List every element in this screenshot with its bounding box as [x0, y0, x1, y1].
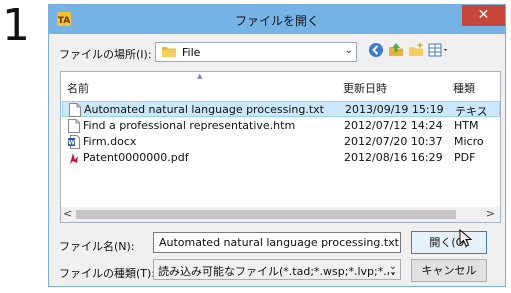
file-type: PDF	[454, 151, 476, 164]
filetype-value: 読み込み可能なファイル(*.tad;*.wsp;*.lvp;*.lv	[158, 265, 397, 278]
svg-text:W: W	[68, 140, 75, 147]
text-file-icon	[69, 103, 81, 117]
folder-icon	[162, 47, 176, 57]
file-name: Automated natural language processing.tx…	[84, 103, 324, 116]
word-file-icon: W	[68, 135, 80, 149]
up-folder-icon[interactable]	[387, 41, 405, 59]
file-date: 2012/07/12 14:24	[344, 119, 443, 132]
pdf-file-icon	[69, 152, 79, 164]
location-combo[interactable]: File ⌄	[155, 42, 357, 62]
filename-field[interactable]: Automated natural language processing.tx…	[153, 232, 401, 253]
location-label: ファイルの場所(I):	[59, 48, 152, 61]
mouse-pointer-icon	[459, 229, 473, 247]
file-date: 2012/08/16 16:29	[344, 151, 443, 164]
file-row[interactable]: W Firm.docx 2012/07/20 10:37 Micro	[62, 134, 500, 150]
file-list[interactable]: 名前 ▲ 更新日時 種類 Automated natural language …	[60, 71, 501, 223]
column-header-modified[interactable]: 更新日時	[343, 80, 387, 96]
column-header-name[interactable]: 名前	[67, 80, 89, 96]
dialog-title: ファイルを開く	[234, 14, 319, 28]
file-name: Find a professional representative.htm	[83, 119, 296, 132]
sort-ascending-icon: ▲	[197, 72, 203, 80]
file-date: 2013/09/19 15:19	[345, 103, 444, 116]
file-row[interactable]: Automated natural language processing.tx…	[62, 101, 500, 118]
cancel-button[interactable]: キャンセル	[411, 259, 487, 282]
close-button[interactable]: ✕	[462, 5, 505, 26]
step-number: 1	[2, 0, 30, 51]
file-name: Patent0000000.pdf	[83, 151, 189, 164]
new-folder-icon[interactable]	[407, 41, 425, 59]
filename-label: ファイル名(N):	[59, 240, 135, 253]
horizontal-scrollbar[interactable]: < >	[61, 207, 500, 222]
file-type: テキス	[455, 105, 488, 118]
file-row[interactable]: Find a professional representative.htm 2…	[62, 118, 500, 134]
column-header-type[interactable]: 種類	[453, 80, 475, 96]
file-row[interactable]: Patent0000000.pdf 2012/08/16 16:29 PDF	[62, 150, 500, 166]
filetype-label: ファイルの種類(T):	[59, 267, 156, 280]
open-file-dialog: TA ファイルを開く ✕ ファイルの場所(I): File ⌄ 名前 ▲ 更新日…	[48, 4, 506, 287]
open-button[interactable]: 開く(O)	[411, 231, 487, 254]
chevron-down-icon[interactable]: ⌄	[345, 45, 353, 56]
file-type: Micro	[454, 135, 484, 148]
chevron-down-icon[interactable]: ⌄	[386, 261, 397, 272]
scroll-left-icon[interactable]: <	[63, 207, 72, 220]
file-date: 2012/07/20 10:37	[344, 135, 443, 148]
back-icon[interactable]	[367, 41, 385, 59]
scroll-thumb[interactable]	[76, 210, 456, 219]
title-bar[interactable]: TA ファイルを開く ✕	[49, 5, 505, 34]
file-name: Firm.docx	[83, 135, 137, 148]
view-menu-icon[interactable]	[427, 41, 451, 59]
html-file-icon	[68, 119, 80, 133]
file-type: HTM	[454, 119, 479, 132]
scroll-right-icon[interactable]: >	[486, 207, 495, 220]
location-value: File	[182, 46, 201, 59]
filetype-select[interactable]: 読み込み可能なファイル(*.tad;*.wsp;*.lvp;*.lv ⌄	[153, 259, 401, 280]
